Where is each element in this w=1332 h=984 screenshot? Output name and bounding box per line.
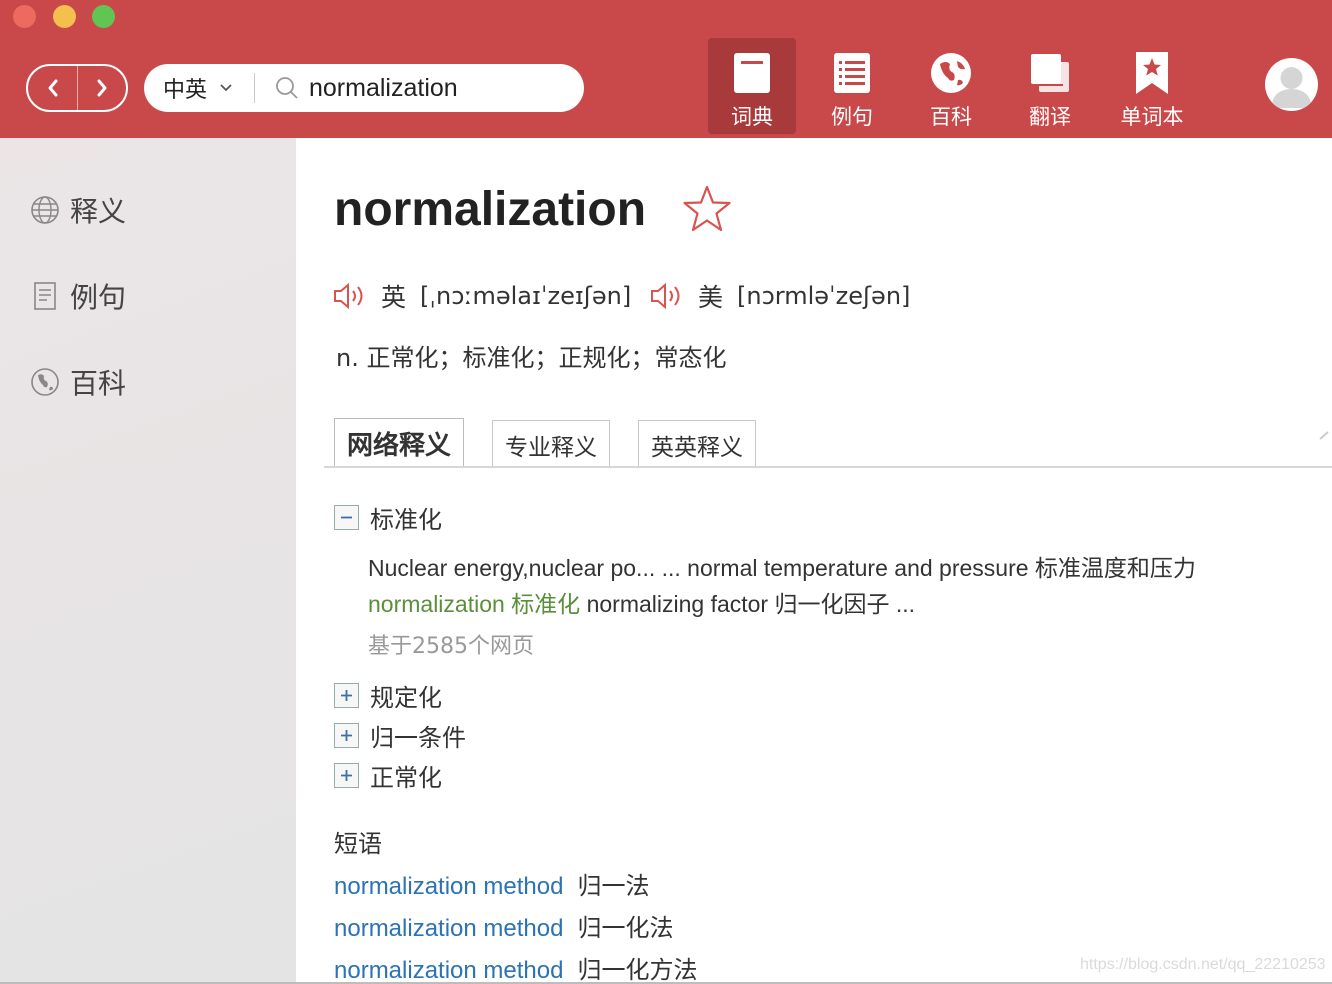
speaker-icon[interactable] xyxy=(333,283,367,309)
copy-icon xyxy=(1029,51,1071,95)
tab-dictionary[interactable]: 词典 xyxy=(708,38,796,134)
chevron-up-icon[interactable] xyxy=(1318,428,1332,446)
definition-toggle-expanded[interactable]: 标准化 xyxy=(334,500,442,535)
language-select[interactable]: 中英 xyxy=(144,64,254,112)
definition-label: 规定化 xyxy=(370,684,442,712)
definition-tabs: 网络释义 专业释义 英英释义 xyxy=(334,418,784,468)
definition-toggle[interactable]: 规定化 xyxy=(334,678,442,713)
title-bar: 中英 词典 例句 百科 xyxy=(0,0,1332,138)
tab-label: 词典 xyxy=(731,105,773,129)
source-count: 基于2585个网页 xyxy=(368,634,534,659)
user-icon xyxy=(1271,67,1312,108)
globe-icon xyxy=(31,368,59,396)
content-panel: normalization 英 [ˌnɔːməlaɪˈzeɪʃən] 美 [nɔ… xyxy=(296,138,1332,984)
definition-toggle[interactable]: 正常化 xyxy=(334,758,442,793)
phrase-item: normalization method 归一化方法 xyxy=(334,950,697,984)
definition-example: normalization 标准化 normalizing factor 归一化… xyxy=(368,585,915,619)
favorite-star-icon[interactable] xyxy=(682,184,732,239)
sidebar: 释义 例句 百科 xyxy=(0,138,296,984)
avatar[interactable] xyxy=(1265,58,1318,111)
plus-icon xyxy=(334,683,359,708)
definition-toggle[interactable]: 归一条件 xyxy=(334,718,466,753)
minimize-window-button[interactable] xyxy=(53,5,76,28)
definition-example: Nuclear energy,nuclear po... ... normal … xyxy=(368,555,1196,581)
uk-label: 英 xyxy=(381,283,407,312)
tab-label: 百科 xyxy=(930,105,972,129)
plus-icon xyxy=(334,763,359,788)
uk-pronunciation: 英 [ˌnɔːməlaɪˈzeɪʃən] xyxy=(333,278,631,314)
minus-icon xyxy=(334,505,359,530)
sidebar-item-definitions[interactable]: 释义 xyxy=(30,190,126,230)
us-label: 美 xyxy=(698,283,724,312)
phrase-item: normalization method 归一化法 xyxy=(334,908,673,943)
sidebar-item-label: 释义 xyxy=(70,195,127,228)
basic-definition: n. 正常化；标准化；正规化；常态化 xyxy=(336,344,727,372)
forward-button[interactable] xyxy=(77,66,126,110)
divider xyxy=(254,73,255,103)
us-phonetic: [nɔrmləˈzeʃən] xyxy=(737,282,911,310)
sidebar-item-examples[interactable]: 例句 xyxy=(30,276,126,316)
back-button[interactable] xyxy=(28,66,77,110)
book-icon xyxy=(733,51,771,95)
us-pronunciation: 美 [nɔrmləˈzeʃən] xyxy=(650,278,910,314)
definition-label: 正常化 xyxy=(370,764,442,792)
headword: normalization xyxy=(334,183,647,236)
chevron-left-icon xyxy=(48,79,57,97)
tab-label: 例句 xyxy=(831,105,873,129)
globe-icon xyxy=(930,51,972,95)
highlighted-term: normalization 标准化 xyxy=(368,591,581,617)
sidebar-item-label: 例句 xyxy=(70,281,127,314)
watermark: https://blog.csdn.net/qq_22210253 xyxy=(1080,956,1326,973)
sidebar-item-encyclopedia[interactable]: 百科 xyxy=(30,362,126,402)
phrase-item: normalization method 归一法 xyxy=(334,866,649,901)
phrase-translation: 归一化法 xyxy=(577,914,674,942)
tab-divider xyxy=(324,466,1332,468)
tab-english-definitions[interactable]: 英英释义 xyxy=(638,420,757,468)
phrase-translation: 归一法 xyxy=(577,872,650,900)
definition-label: 归一条件 xyxy=(370,724,466,752)
phrase-link[interactable]: normalization method xyxy=(334,915,563,942)
phrase-translation: 归一化方法 xyxy=(577,956,698,984)
tab-translate[interactable]: 翻译 xyxy=(1006,38,1094,134)
tab-web-definitions[interactable]: 网络释义 xyxy=(334,418,465,468)
phrase-link[interactable]: normalization method xyxy=(334,873,563,900)
document-icon xyxy=(34,282,56,310)
search-bar: 中英 xyxy=(144,64,584,112)
tab-encyclopedia[interactable]: 百科 xyxy=(907,38,995,134)
tab-examples[interactable]: 例句 xyxy=(808,38,896,134)
bookmark-star-icon xyxy=(1135,51,1169,95)
plus-icon xyxy=(334,723,359,748)
definition-label: 标准化 xyxy=(370,506,442,534)
list-icon xyxy=(833,51,871,95)
tab-label: 翻译 xyxy=(1029,105,1071,129)
chevron-down-icon xyxy=(220,84,232,92)
chevron-right-icon xyxy=(97,79,107,97)
speaker-icon[interactable] xyxy=(650,283,684,309)
phrase-link[interactable]: normalization method xyxy=(334,957,563,984)
sidebar-item-label: 百科 xyxy=(70,367,127,400)
language-label: 中英 xyxy=(163,77,208,102)
phrases-heading: 短语 xyxy=(334,830,382,858)
tab-label: 单词本 xyxy=(1120,105,1184,129)
tab-professional-definitions[interactable]: 专业释义 xyxy=(492,420,611,468)
tab-wordbook[interactable]: 单词本 xyxy=(1106,38,1198,134)
history-nav xyxy=(26,64,128,112)
search-icon xyxy=(275,76,299,100)
search-input[interactable] xyxy=(309,73,559,103)
uk-phonetic: [ˌnɔːməlaɪˈzeɪʃən] xyxy=(420,282,632,310)
globe-icon xyxy=(31,196,59,224)
zoom-window-button[interactable] xyxy=(92,5,115,28)
example-text: normalizing factor 归一化因子 ... xyxy=(580,591,916,617)
close-window-button[interactable] xyxy=(13,5,36,28)
